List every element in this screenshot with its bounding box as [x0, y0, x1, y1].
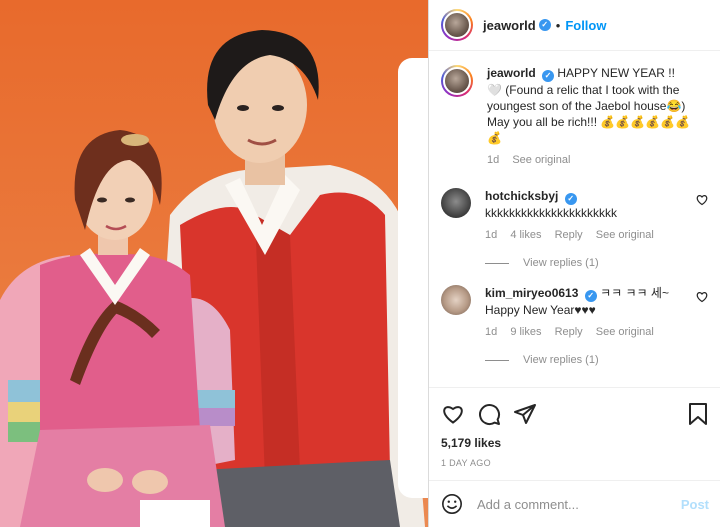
comment-input[interactable]: Add a comment... [477, 497, 579, 512]
comment-likes[interactable]: 9 likes [510, 326, 541, 338]
see-original-link[interactable]: See original [596, 326, 654, 338]
comment-time: 1d [485, 229, 498, 241]
verified-icon: ✓ [564, 193, 577, 205]
view-replies-label: View replies (1) [523, 354, 599, 366]
see-original-link[interactable]: See original [512, 154, 570, 166]
author-username[interactable]: jeaworld [483, 18, 536, 33]
share-icon[interactable] [513, 402, 537, 426]
view-replies-button[interactable]: View replies (1) [485, 257, 708, 269]
verified-icon: ✓ [538, 19, 551, 31]
verified-icon: ✓ [584, 290, 597, 302]
comment-heart-icon[interactable] [696, 194, 708, 206]
author-avatar[interactable] [441, 9, 473, 41]
caption-time: 1d [487, 154, 500, 166]
comment-text: kkkkkkkkkkkkkkkkkkkkkk [485, 206, 617, 220]
replies-line [485, 359, 509, 361]
replies-line [485, 262, 509, 264]
commenter-avatar[interactable] [441, 188, 471, 218]
view-replies-button[interactable]: View replies (1) [485, 354, 708, 366]
post-sidebar: jeaworld ✓ • Follow jeaworld ✓ HAPPY NEW… [428, 0, 720, 527]
comment-item: kim_miryeo0613 ✓ ㅋㅋ ㅋㅋ 세~ Happy New Year… [441, 285, 708, 340]
photo-illustration [0, 30, 425, 527]
follow-button[interactable]: Follow [565, 18, 606, 33]
post-header: jeaworld ✓ • Follow [429, 0, 720, 51]
reply-button[interactable]: Reply [555, 229, 583, 241]
add-comment-bar: Add a comment... Post [429, 480, 720, 527]
comment-icon[interactable] [477, 402, 501, 426]
likes-count[interactable]: 5,179 likes [441, 436, 709, 450]
next-post-edge [398, 58, 428, 498]
post-photo[interactable] [0, 0, 428, 527]
verified-icon: ✓ [542, 70, 555, 82]
emoji-icon[interactable] [441, 493, 463, 515]
comment-time: 1d [485, 326, 498, 338]
comment-username[interactable]: hotchicksbyj [485, 189, 558, 203]
caption-avatar[interactable] [441, 65, 473, 97]
comment-list[interactable]: jeaworld ✓ HAPPY NEW YEAR !! 🤍 (Found a … [429, 51, 720, 376]
comment-item: hotchicksbyj ✓ kkkkkkkkkkkkkkkkkkkkkk 1d… [441, 188, 708, 243]
post-actions: 5,179 likes 1 DAY AGO [429, 387, 720, 468]
comment-likes[interactable]: 4 likes [510, 229, 541, 241]
separator-dot: • [555, 17, 561, 33]
comment-username[interactable]: kim_miryeo0613 [485, 286, 578, 300]
post-age: 1 DAY AGO [441, 458, 491, 468]
reply-button[interactable]: Reply [555, 326, 583, 338]
commenter-avatar[interactable] [441, 285, 471, 315]
see-original-link[interactable]: See original [596, 229, 654, 241]
caption-username[interactable]: jeaworld [487, 66, 536, 80]
post-button[interactable]: Post [681, 497, 709, 512]
view-replies-label: View replies (1) [523, 257, 599, 269]
bookmark-icon[interactable] [687, 402, 709, 426]
caption: jeaworld ✓ HAPPY NEW YEAR !! 🤍 (Found a … [441, 65, 708, 168]
comment-heart-icon[interactable] [696, 291, 708, 303]
heart-icon[interactable] [441, 402, 465, 426]
